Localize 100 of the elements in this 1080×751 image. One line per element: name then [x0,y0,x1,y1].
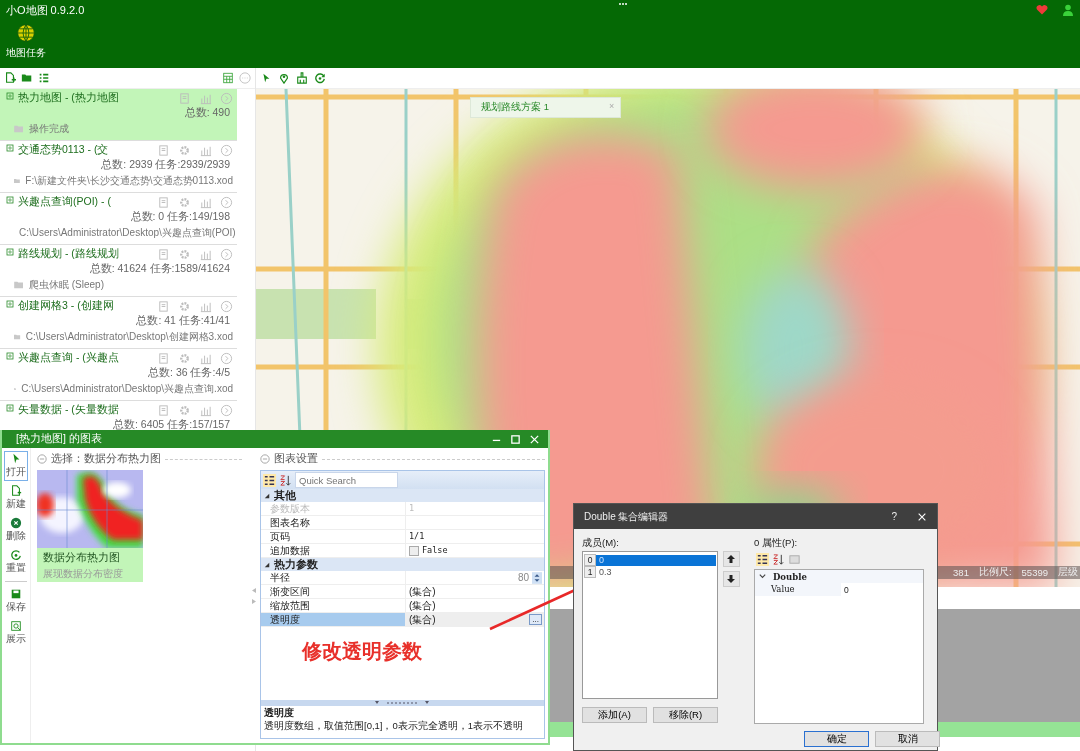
next-icon[interactable] [220,351,233,365]
close-icon[interactable] [529,433,540,445]
sort-icon[interactable] [279,473,292,487]
brush-icon[interactable] [296,72,308,84]
chart-name: 数据分布热力图 [42,550,121,565]
property-name[interactable]: 页码 [261,530,406,543]
task-item[interactable]: 路线规划 - (路线规划 总数: 41624 任务:1589/41624 爬虫休眠 (Sleep) [0,245,237,297]
help-button[interactable]: ? [891,511,897,522]
task-item[interactable]: 兴趣点查询(POI) - ( 总数: 0 任务:149/198 C:\Users\Administrator\Desktop\兴趣点查询(POI) [0,193,237,245]
tool-button[interactable]: 打开 [4,451,28,481]
categorized-icon[interactable] [263,473,276,487]
task-detail: C:\Users\Administrator\Desktop\兴趣点查询.xod [21,382,233,396]
gear-icon[interactable] [178,351,191,365]
gear-icon[interactable] [178,247,191,261]
more-icon[interactable] [239,72,251,84]
property-name: Value [755,583,841,596]
task-title: 交通态势0113 - (交 [18,143,109,157]
property-value: 1/1 [409,530,425,543]
expand-icon[interactable] [264,492,270,499]
gear-icon[interactable] [178,403,191,417]
move-down-button[interactable] [723,571,740,587]
route-tab[interactable]: 规划路线方案 1 × [470,97,622,118]
task-count: 总数: 41 任务:41/41 [135,313,231,327]
task-title: 路线规划 - (路线规划 [18,247,119,261]
save-icon [10,588,22,600]
property-value[interactable]: 0 [841,584,923,595]
next-icon[interactable] [220,299,233,313]
new-file-icon[interactable] [4,72,16,84]
checkbox[interactable] [409,545,419,556]
gear-icon[interactable] [178,299,191,313]
next-icon[interactable] [220,403,233,417]
document-icon[interactable] [157,195,170,209]
chevron-icon[interactable] [758,572,767,581]
task-icon [6,92,14,100]
document-icon[interactable] [157,403,170,417]
add-button[interactable]: 添加(A) [582,707,647,723]
categorized-icon[interactable] [756,552,769,566]
task-item[interactable]: 兴趣点查询 - (兴趣点 总数: 36 任务:4/5 C:\Users\Administrator\Desktop\兴趣点查询.xod [0,349,237,401]
task-title: 创建网格3 - (创建网 [18,299,114,313]
property-name[interactable]: 半径 [261,571,406,584]
member-item[interactable]: 0 [596,554,716,566]
group-title: 图表设置 [274,452,318,466]
category-title: Double [773,571,807,582]
map-tasks-button[interactable]: 地图任务 [4,23,48,60]
maximize-icon[interactable] [510,433,521,445]
refresh-icon[interactable] [314,72,326,84]
task-item[interactable]: 热力地图 - (热力地图 总数: 490 操作完成 [0,89,237,141]
splitter-arrows-icon[interactable] [251,585,257,606]
search-field[interactable]: Quick Search [295,472,398,488]
task-icon [6,404,14,412]
spinner-icon[interactable] [532,571,542,584]
tool-button[interactable]: 展示 [4,618,28,648]
close-icon[interactable] [917,511,927,522]
next-icon[interactable] [220,143,233,157]
task-item[interactable]: 交通态势0113 - (交 总数: 2939 任务:2939/2939 F:\新建文件夹\长沙交通态势\交通态势0113.xod [0,141,237,193]
property-value: (集合) [409,599,436,612]
property-name[interactable]: 追加数据 [261,544,406,557]
location-pin-icon[interactable] [278,72,290,84]
document-icon[interactable] [157,247,170,261]
expand-icon[interactable] [264,561,270,568]
document-icon[interactable] [178,91,191,105]
next-icon[interactable] [220,247,233,261]
help-title: 透明度 [264,707,295,720]
group-title: 选择：数据分布热力图 [51,452,161,466]
ellipsis-button[interactable]: ... [529,614,542,625]
document-icon[interactable] [157,299,170,313]
document-icon[interactable] [157,351,170,365]
tool-button[interactable]: 保存 [4,586,28,616]
remove-button[interactable]: 移除(R) [653,707,718,723]
property-name[interactable]: 渐变区间 [261,585,406,598]
document-icon[interactable] [157,143,170,157]
task-item[interactable]: 创建网格3 - (创建网 总数: 41 任务:41/41 C:\Users\Administrator\Desktop\创建网格3.xod [0,297,237,349]
sort-icon[interactable] [772,552,785,566]
task-count: 总数: 0 任务:149/198 [129,209,231,223]
move-up-button[interactable] [723,551,740,567]
next-icon[interactable] [220,195,233,209]
index-cell: 0 [584,554,596,566]
next-icon[interactable] [220,91,233,105]
heart-icon[interactable] [1036,4,1048,16]
collapse-icon[interactable] [37,454,47,464]
gear-icon[interactable] [178,195,191,209]
property-name[interactable]: 缩放范围 [261,599,406,612]
member-item[interactable]: 0.3 [596,566,716,578]
chart-card[interactable]: 数据分布热力图 展现数据分布密度 [37,470,143,582]
table-icon[interactable] [222,72,234,84]
property-name[interactable]: 透明度 [261,613,406,626]
property-value: (集合) [409,585,436,598]
property-name[interactable]: 图表名称 [261,516,406,529]
tool-button[interactable]: 删除 [4,515,28,545]
user-icon[interactable] [1062,4,1074,16]
tool-button[interactable]: 新建 [4,483,28,513]
category-title: 其他 [274,488,296,503]
tool-button[interactable]: 重置 [4,547,28,577]
gear-icon[interactable] [178,143,191,157]
category-title: 热力参数 [274,557,318,572]
collapse-icon[interactable] [260,454,270,464]
members-label: 成员(M): [582,537,620,550]
task-count: 总数: 6405 任务:157/157 [112,417,231,431]
list-icon[interactable] [38,72,50,84]
task-detail: 操作完成 [29,122,69,136]
